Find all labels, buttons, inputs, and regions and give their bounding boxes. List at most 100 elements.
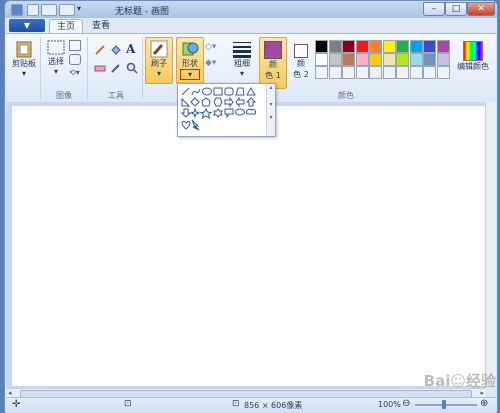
- maximize-button[interactable]: □: [445, 2, 467, 16]
- watermark-logo: Bai☺经验: [423, 372, 496, 390]
- color-picker-icon[interactable]: [110, 62, 122, 74]
- palette-color-swatch[interactable]: [396, 53, 409, 66]
- shapes-scrollbar[interactable]: ▴ ▾ ▾: [266, 84, 275, 136]
- colors-group-label: 颜色: [338, 91, 354, 100]
- pentagon-shape-icon: [201, 97, 211, 107]
- palette-color-swatch[interactable]: [423, 53, 436, 66]
- canvas-area: [6, 102, 496, 388]
- zoom-out-button[interactable]: ⊖: [402, 398, 410, 409]
- brushes-label: 刷子: [151, 59, 167, 68]
- palette-custom-swatch[interactable]: [315, 66, 328, 79]
- drawing-canvas[interactable]: [12, 106, 493, 386]
- palette-color-swatch[interactable]: [436, 53, 450, 66]
- palette-color-swatch[interactable]: [355, 40, 369, 53]
- palette-color-swatch[interactable]: [382, 53, 396, 66]
- palette-color-swatch[interactable]: [342, 53, 355, 66]
- close-button[interactable]: ✕: [467, 2, 495, 16]
- palette-color-swatch[interactable]: [355, 53, 369, 66]
- tab-home[interactable]: 主页: [49, 19, 84, 34]
- group-divider: [87, 37, 88, 99]
- text-tool-icon[interactable]: A: [126, 42, 135, 56]
- save-icon[interactable]: [27, 4, 39, 16]
- shapes-dropdown-highlight[interactable]: ▾: [180, 69, 200, 80]
- redo-icon[interactable]: [59, 4, 75, 16]
- scroll-left-icon[interactable]: ◂: [8, 389, 12, 397]
- diamond-shape-icon: [190, 97, 200, 107]
- palette-color-swatch[interactable]: [369, 53, 382, 66]
- palette-custom-swatch[interactable]: [355, 66, 369, 79]
- palette-custom-swatch[interactable]: [382, 66, 396, 79]
- zoom-in-button[interactable]: ⊕: [480, 398, 488, 409]
- triangle-shape-icon: [246, 86, 256, 96]
- shapes-gallery[interactable]: [180, 86, 266, 134]
- palette-color-swatch[interactable]: [396, 40, 409, 53]
- undo-icon[interactable]: [41, 4, 57, 16]
- app-menu-icon[interactable]: [11, 4, 23, 16]
- palette-color-swatch[interactable]: [409, 53, 423, 66]
- file-menu-button[interactable]: ▼: [9, 19, 45, 32]
- clipboard-button[interactable]: 剪贴板 ▾: [9, 37, 39, 89]
- outline-icon[interactable]: ◇▾: [205, 42, 216, 52]
- four-point-star-shape-icon: [189, 107, 201, 119]
- rounded-rectangle-shape-icon: [224, 87, 234, 96]
- palette-color-swatch[interactable]: [436, 40, 450, 53]
- size-button[interactable]: 粗细 ▾: [228, 37, 256, 89]
- customize-quick-access-icon[interactable]: ▾: [77, 4, 81, 13]
- shapes-icon: [182, 42, 199, 56]
- zoom-slider-thumb[interactable]: [442, 400, 446, 409]
- lightning-shape-icon: [191, 119, 200, 131]
- image-group-label: 图像: [56, 91, 72, 100]
- color2-label: 颜: [297, 59, 305, 68]
- brushes-button[interactable]: 刷子 ▾: [145, 37, 173, 84]
- canvas-size-text: 856 × 606像素: [244, 401, 303, 410]
- line-width-icon: [233, 42, 251, 58]
- palette-custom-swatch[interactable]: [328, 66, 342, 79]
- minimize-button[interactable]: –: [423, 2, 445, 16]
- select-button[interactable]: 选择 ▾: [43, 37, 69, 89]
- magnifier-icon[interactable]: [126, 62, 138, 74]
- edit-colors-button[interactable]: 编辑颜色: [454, 37, 492, 89]
- rectangular-callout-shape-icon: [224, 108, 234, 119]
- chevron-down-icon: ▾: [53, 67, 58, 76]
- resize-icon[interactable]: [69, 54, 81, 65]
- palette-custom-swatch[interactable]: [436, 66, 450, 79]
- canvas-size-icon: ⊡: [232, 399, 240, 409]
- palette-color-swatch[interactable]: [328, 53, 342, 66]
- palette-color-swatch[interactable]: [328, 40, 342, 53]
- palette-custom-swatch[interactable]: [423, 66, 436, 79]
- eraser-icon[interactable]: [94, 62, 106, 74]
- six-point-star-shape-icon: [213, 108, 223, 118]
- crop-icon[interactable]: [69, 40, 81, 51]
- palette-color-swatch[interactable]: [369, 40, 382, 53]
- tab-view[interactable]: 查看: [85, 19, 117, 33]
- size-label: 粗细: [234, 59, 250, 68]
- vertical-scrollbar[interactable]: [485, 102, 496, 388]
- select-rectangle-icon: [47, 40, 65, 55]
- color2-swatch: [294, 44, 308, 58]
- shapes-button[interactable]: 形状 ▾: [176, 37, 204, 84]
- cloud-callout-shape-icon: [246, 108, 256, 115]
- scroll-up-icon[interactable]: ▴: [267, 84, 275, 91]
- palette-color-swatch[interactable]: [423, 40, 436, 53]
- color1-button[interactable]: 颜 色 1: [259, 37, 287, 89]
- pencil-icon[interactable]: [94, 44, 106, 56]
- palette-custom-swatch[interactable]: [409, 66, 423, 79]
- zoom-slider[interactable]: [415, 404, 477, 406]
- expand-gallery-icon[interactable]: ▾: [267, 114, 275, 121]
- palette-color-swatch[interactable]: [382, 40, 396, 53]
- rotate-icon[interactable]: ⟲▾: [69, 68, 81, 77]
- scroll-down-icon[interactable]: ▾: [267, 101, 275, 108]
- palette-custom-swatch[interactable]: [396, 66, 409, 79]
- shapes-label: 形状: [182, 59, 198, 68]
- color2-button[interactable]: 颜 色 2: [288, 37, 314, 89]
- cursor-position-icon: ✛: [12, 399, 21, 410]
- fill-shape-icon[interactable]: ◆▾: [205, 58, 216, 68]
- palette-custom-swatch[interactable]: [369, 66, 382, 79]
- palette-custom-swatch[interactable]: [342, 66, 355, 79]
- rectangle-shape-icon: [213, 87, 223, 96]
- palette-color-swatch[interactable]: [409, 40, 423, 53]
- palette-color-swatch[interactable]: [315, 53, 328, 66]
- palette-color-swatch[interactable]: [315, 40, 328, 53]
- palette-color-swatch[interactable]: [342, 40, 355, 53]
- fill-icon[interactable]: [110, 44, 122, 56]
